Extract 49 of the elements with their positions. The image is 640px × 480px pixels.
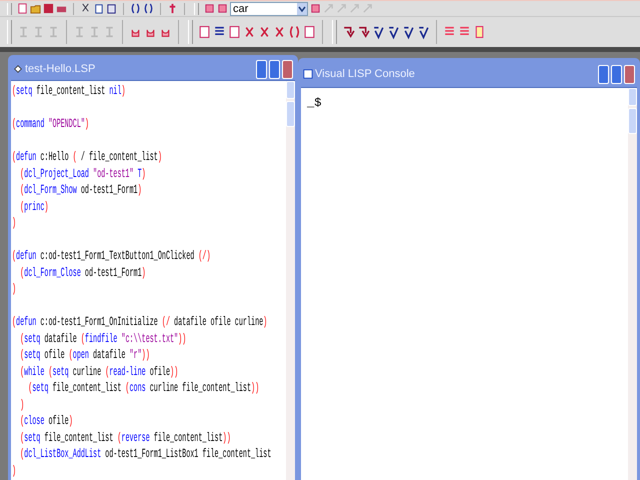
- code-line: (setq file_content_list (cons curline file_content_list)): [27, 380, 260, 396]
- console-prompt: _$: [307, 96, 322, 110]
- code-line: (command "OPENDCL"): [12, 116, 89, 132]
- code-line: (setq file_content_list (reverse file_content_list)): [19, 430, 231, 446]
- window-title: test-Hello.LSP: [25, 63, 96, 75]
- code-line: (defun c:Hello ( / file_content_list): [12, 149, 162, 166]
- code-line: (defun c:od-test1_Form1_TextButton1_OnClicked (/): [12, 248, 210, 264]
- code-line: ): [12, 281, 16, 298]
- code-line: (dcl_ListBox_AddList od-test1_Form1_ListBox1 file_content_list: [19, 446, 272, 462]
- code-line: (defun c:od-test1_Form1_OnInitialize (/ datafile ofile curline): [12, 314, 268, 330]
- check-icon[interactable]: [387, 24, 400, 40]
- code-line: (close ofile): [19, 413, 73, 430]
- minimize-button[interactable]: [598, 64, 609, 84]
- maximize-button[interactable]: [611, 64, 622, 84]
- code-line: (while (setq curline (read-line ofile)): [19, 364, 178, 380]
- code-line: (princ): [19, 198, 48, 215]
- scrollbar[interactable]: [628, 88, 637, 480]
- check-icon[interactable]: [402, 24, 415, 40]
- bracket-icon[interactable]: [143, 3, 154, 14]
- code-line: ): [19, 396, 24, 413]
- page-icon[interactable]: [198, 24, 211, 40]
- code-line: ): [12, 215, 16, 232]
- code-line: ): [12, 462, 16, 479]
- close-button[interactable]: [282, 60, 293, 78]
- page-icon[interactable]: [303, 24, 316, 40]
- code-line: (setq ofile (open datafile "r")): [19, 347, 150, 364]
- minimize-button[interactable]: [256, 60, 267, 78]
- code-line: (setq datafile (findfile "c:\\test.txt")): [19, 330, 186, 347]
- close-button[interactable]: [624, 64, 635, 84]
- scrollbar[interactable]: [286, 81, 295, 480]
- code-line: (dcl_Form_Show od-test1_Form1): [19, 182, 142, 198]
- code-line: (dcl_Project_Load "od-test1" T): [19, 166, 146, 182]
- bracket-icon[interactable]: [130, 3, 141, 14]
- window-title: Visual LISP Console: [315, 68, 415, 80]
- bracket-icon[interactable]: [288, 24, 301, 40]
- arrow-icon[interactable]: [342, 24, 355, 40]
- page-icon[interactable]: [17, 3, 28, 14]
- page-icon[interactable]: [228, 24, 241, 40]
- document-icon: [13, 64, 23, 74]
- code-line: (setq file_content_list nil): [12, 83, 126, 100]
- maximize-button[interactable]: [269, 60, 280, 78]
- folder-icon[interactable]: [30, 3, 41, 14]
- check-icon[interactable]: [372, 24, 385, 40]
- check-icon[interactable]: [417, 24, 430, 40]
- arrow-icon[interactable]: [357, 24, 370, 40]
- combo-box[interactable]: car: [230, 2, 308, 16]
- window-icon: [303, 69, 313, 79]
- code-line: (dcl_Form_Close od-test1_Form1): [19, 264, 146, 281]
- scissors-icon[interactable]: [80, 3, 91, 14]
